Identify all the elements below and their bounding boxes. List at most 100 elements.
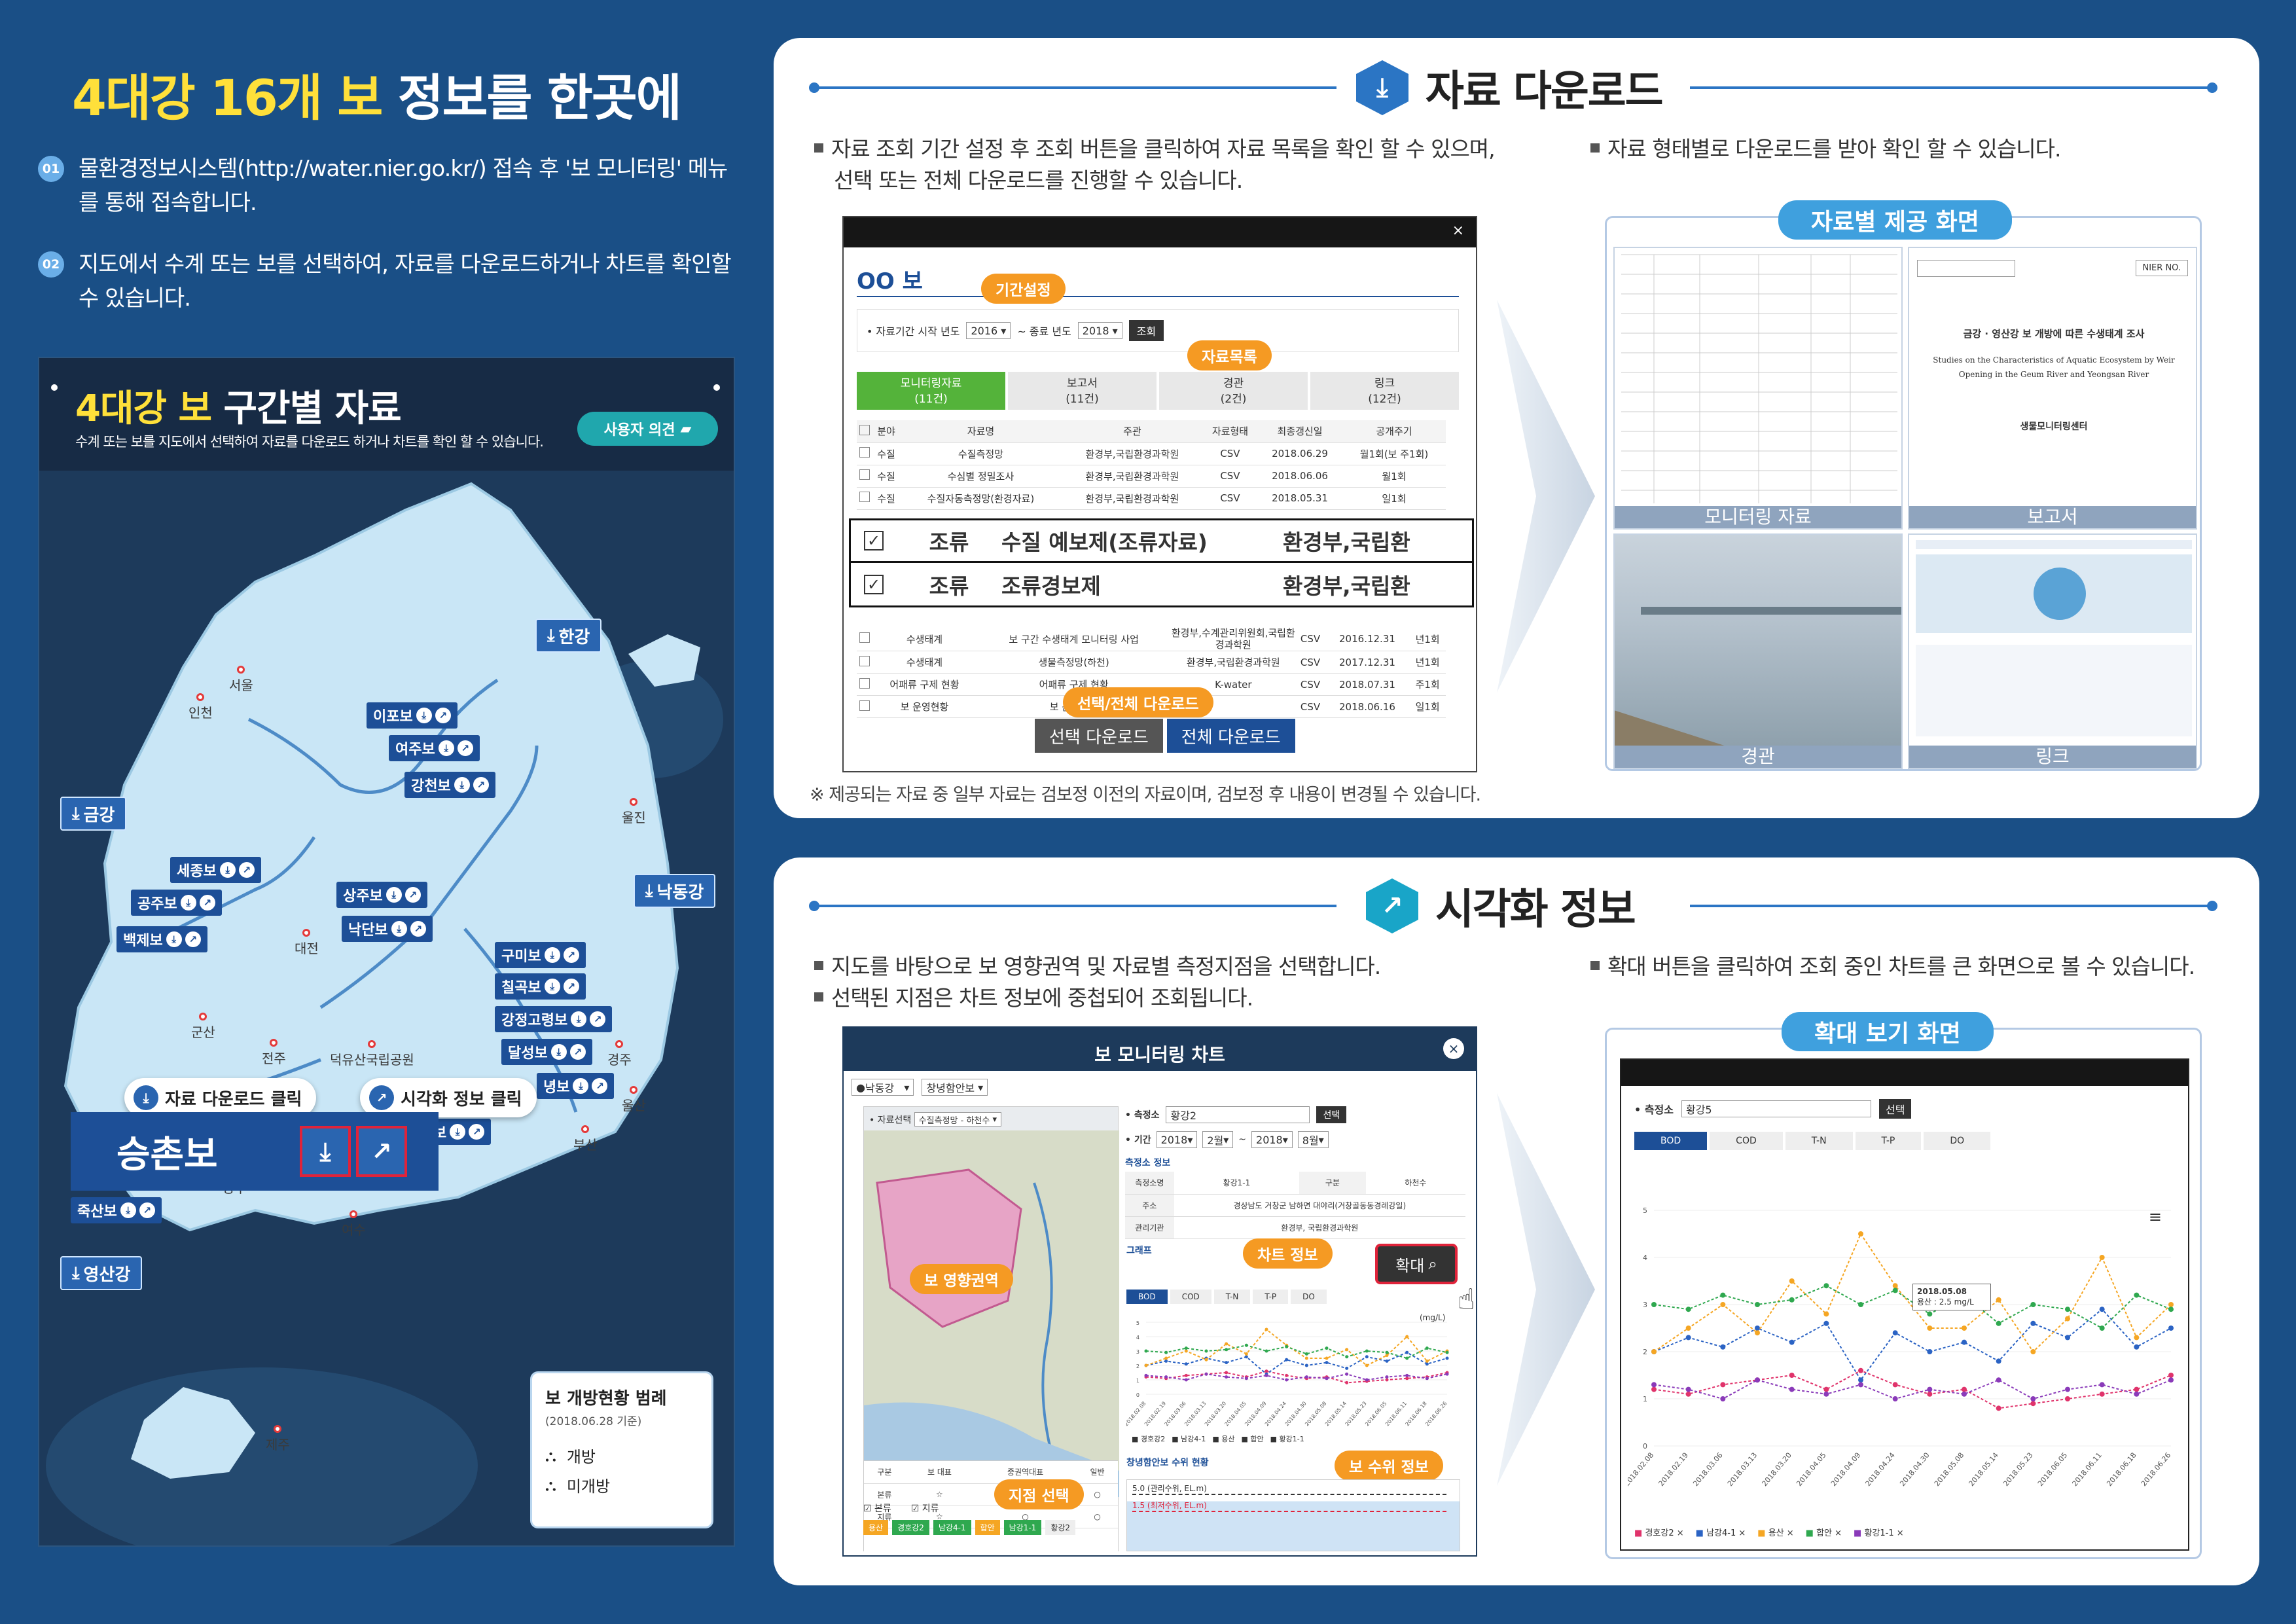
data-point <box>1685 1326 1691 1331</box>
weir-tag[interactable]: 강정고령보 ⤓ ↗ <box>495 1006 613 1032</box>
selected-weir-banner[interactable]: 승촌보 ⤓ ↗ <box>71 1112 439 1191</box>
weir-tag[interactable]: 죽산보 ⤓ ↗ <box>71 1197 162 1223</box>
period-end-month[interactable]: 8월 ▾ <box>1297 1131 1329 1148</box>
point-chip[interactable]: 용산 <box>863 1520 889 1535</box>
point-chip[interactable]: 황강2 <box>1045 1520 1076 1535</box>
weir-tag[interactable]: 녕보 ⤓ ↗ <box>537 1073 615 1099</box>
weir-tag[interactable]: 구미보 ⤓ ↗ <box>495 942 586 968</box>
select-download-button[interactable]: 선택 다운로드 <box>1035 719 1163 753</box>
data-point <box>2099 1326 2105 1331</box>
tab-report[interactable]: 보고서 (11건) <box>1008 372 1157 410</box>
tab-monitoring[interactable]: 모니터링자료 (11건) <box>857 372 1005 410</box>
weir-tag[interactable]: 이포보 ⤓ ↗ <box>367 702 457 729</box>
weir-tag[interactable]: 상주보 ⤓ ↗ <box>336 882 427 908</box>
legend-item: ■ 경호강2 × <box>1634 1528 1684 1538</box>
y-tick-label: 3 <box>1136 1349 1139 1355</box>
point-chip[interactable]: 남강4-1 <box>933 1520 971 1535</box>
tab-link[interactable]: 링크 (12건) <box>1310 372 1459 410</box>
data-point <box>1685 1386 1691 1392</box>
weir-chart-button[interactable]: ↗ <box>356 1126 407 1177</box>
close-icon[interactable]: × <box>1443 1038 1464 1059</box>
divider <box>1690 82 2217 93</box>
zoom-station-select[interactable]: 황강5 <box>1681 1100 1871 1117</box>
thumb-monitoring[interactable]: 모니터링 자료 <box>1613 247 1903 530</box>
zoomed-rows: ✓ 조류 수질 예보제(조류자료) 환경부,국립환 ✓ 조류 조류경보제 환경부,국립환 <box>849 518 1474 607</box>
x-tick-label: 2018.06.18 <box>2105 1451 2138 1489</box>
point-chip[interactable]: 합안 <box>975 1520 1000 1535</box>
data-point <box>1996 1358 2001 1364</box>
weir-tag[interactable]: 달성보 ⤓ ↗ <box>501 1039 592 1065</box>
download-header: ⤓ 자료 다운로드 <box>1356 58 1664 118</box>
weir-tag[interactable]: 백제보 ⤓ ↗ <box>117 926 207 952</box>
data-point <box>1789 1386 1795 1392</box>
weir-tag[interactable]: 낙단보 ⤓ ↗ <box>342 916 433 942</box>
row-checkbox[interactable]: ✓ <box>864 574 884 594</box>
data-point <box>1144 1349 1148 1353</box>
all-download-button[interactable]: 전체 다운로드 <box>1166 719 1295 753</box>
zoom-chart-tabs: BOD COD T-N T-P DO <box>1621 1132 2188 1150</box>
x-tick-label: 2018.04.24 <box>1864 1451 1897 1489</box>
river-select[interactable]: ● 낙동강 ▾ <box>852 1079 914 1096</box>
river-tag-geum[interactable]: ⤓ 금강 <box>60 797 127 831</box>
x-tick-label: 2018.06.26 <box>1424 1401 1448 1427</box>
mainstream-checkbox[interactable]: ☑ 본류 <box>863 1502 891 1515</box>
zoom-select-button[interactable]: 선택 <box>1878 1099 1912 1119</box>
station-select[interactable]: 황강2 <box>1166 1106 1310 1123</box>
tributary-checkbox[interactable]: ☑ 지류 <box>911 1502 939 1515</box>
data-point <box>1445 1372 1449 1376</box>
search-button[interactable]: 조회 <box>1128 320 1164 341</box>
data-point <box>2099 1391 2105 1397</box>
y-tick-label: 3 <box>1643 1301 1647 1309</box>
weir-download-button[interactable]: ⤓ <box>300 1126 351 1177</box>
download-icon: ⤓ <box>645 880 653 901</box>
thumb-scenery[interactable]: 경관 <box>1613 533 1903 769</box>
river-tag-nakdong[interactable]: ⤓ 낙동강 <box>634 874 716 908</box>
end-year-select[interactable]: 2018 ▾ <box>1077 322 1122 339</box>
water-level-title: 창녕함안보 수위 현황 <box>1126 1458 1209 1468</box>
data-point <box>1996 1377 2001 1383</box>
tab-scenery[interactable]: 경관 (2건) <box>1159 372 1308 410</box>
data-point <box>1996 1297 2001 1303</box>
period-end-year[interactable]: 2018 ▾ <box>1251 1131 1293 1148</box>
point-chip[interactable]: 경호강2 <box>892 1520 929 1535</box>
data-point <box>1144 1363 1148 1367</box>
river-tag-han[interactable]: ⤓ 한강 <box>535 619 602 653</box>
graph-label: 그래프 <box>1126 1246 1152 1256</box>
weir-tag[interactable]: 여주보 ⤓ ↗ <box>389 735 480 761</box>
weir-select[interactable]: 창녕함안보 ▾ <box>922 1079 988 1096</box>
data-point <box>2168 1326 2174 1331</box>
period-start-year[interactable]: 2018 ▾ <box>1156 1131 1198 1148</box>
start-year-select[interactable]: 2016 ▾ <box>966 322 1011 339</box>
select-all-checkbox[interactable] <box>859 424 870 435</box>
period-start-month[interactable]: 2월 ▾ <box>1202 1131 1234 1148</box>
weir-tag[interactable]: 칠곡보 ⤓ ↗ <box>495 973 586 1000</box>
download-icon: ⤓ <box>544 979 560 994</box>
data-point <box>1405 1377 1409 1380</box>
zoom-button[interactable]: 확대 ⌕ <box>1375 1244 1458 1284</box>
thumb-link[interactable]: 링크 <box>1908 533 2197 769</box>
row-checkbox[interactable]: ✓ <box>864 531 884 550</box>
weir-tag[interactable]: 공주보 ⤓ ↗ <box>131 890 222 916</box>
station-select-button[interactable]: 선택 <box>1316 1106 1347 1123</box>
point-chip[interactable]: 남강1-1 <box>1003 1520 1042 1535</box>
mini-map-canvas[interactable] <box>864 1130 1119 1497</box>
data-point <box>1927 1349 1933 1354</box>
weir-tag[interactable]: 강천보 ⤓ ↗ <box>404 772 495 798</box>
map-subtitle: 수계 또는 보를 지도에서 선택하여 자료를 다운로드 하거나 차트를 확인 할… <box>75 434 544 450</box>
data-point <box>1651 1382 1657 1388</box>
data-point <box>1823 1283 1829 1289</box>
data-point <box>1425 1346 1429 1350</box>
close-icon[interactable]: × <box>1452 223 1464 239</box>
data-point <box>1405 1373 1409 1377</box>
thumb-report[interactable]: NIER NO. 금강 · 영산강 보 개방에 따른 수생태계 조사 Studi… <box>1908 247 2197 530</box>
table-row[interactable]: ✓ 조류 수질 예보제(조류자료) 환경부,국립환 <box>849 518 1474 563</box>
data-point <box>1823 1391 1829 1397</box>
table-row[interactable]: ✓ 조류 조류경보제 환경부,국립환 <box>849 563 1474 607</box>
x-tick-label: 2018.06.05 <box>2036 1451 2069 1489</box>
user-opinion-button[interactable]: 사용자 의견 ▰ <box>577 412 718 446</box>
city-label: 군산 <box>191 1013 215 1041</box>
decor-dot <box>713 384 720 391</box>
weir-tag[interactable]: 세종보 ⤓ ↗ <box>170 857 261 883</box>
river-tag-yeongsan[interactable]: ⤓ 영산강 <box>60 1256 143 1290</box>
data-point <box>1789 1297 1795 1303</box>
